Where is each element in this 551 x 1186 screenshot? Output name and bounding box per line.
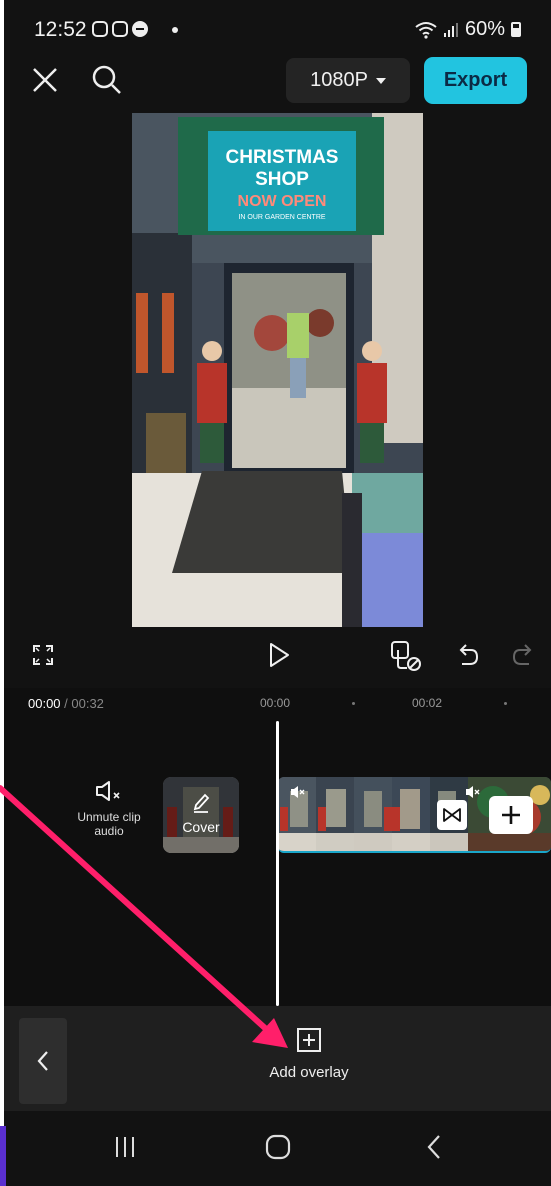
time-tick: 00:00 xyxy=(260,696,291,710)
add-overlay-label: Add overlay xyxy=(269,1064,349,1081)
preview-controls xyxy=(4,630,551,680)
tick-dot xyxy=(504,702,507,705)
current-time: 00:00 xyxy=(28,696,61,711)
instagram-icon xyxy=(92,21,108,37)
cover-label: Cover xyxy=(182,819,220,835)
back-icon xyxy=(427,1135,440,1159)
cover-button[interactable]: Cover xyxy=(163,777,239,853)
transition-button[interactable] xyxy=(437,800,467,830)
play-icon xyxy=(270,643,289,667)
sign-text-christmas: CHRISTMAS xyxy=(226,147,339,168)
clip-muted-icon xyxy=(291,786,305,798)
home-icon xyxy=(265,1134,291,1160)
redo-button[interactable] xyxy=(509,640,537,670)
timecode: 00:00 / 00:32 xyxy=(28,696,104,711)
redo-icon xyxy=(512,644,532,665)
edit-pen-icon xyxy=(193,793,210,813)
playhead[interactable] xyxy=(276,721,279,1006)
transition-icon xyxy=(443,808,461,822)
total-time: / 00:32 xyxy=(60,696,104,711)
resolution-label: 1080P xyxy=(310,69,368,91)
add-clip-button[interactable] xyxy=(489,796,533,834)
instagram-icon xyxy=(112,21,128,37)
tick-dot xyxy=(352,702,355,705)
app-root: 12:52 60% 1080P Export CHRISTMAS SHOP NO… xyxy=(0,0,551,1186)
undo-button[interactable] xyxy=(454,640,482,670)
sign-text-shop: SHOP xyxy=(255,169,309,190)
clip-frame xyxy=(354,777,392,851)
resolution-dropdown[interactable]: 1080P xyxy=(286,58,410,103)
close-button[interactable] xyxy=(28,63,62,97)
search-icon xyxy=(92,65,121,94)
clip-frame xyxy=(392,777,430,851)
chevron-left-icon xyxy=(37,1051,48,1071)
fullscreen-button[interactable] xyxy=(28,640,58,670)
add-overlay-icon xyxy=(297,1028,321,1052)
fullscreen-icon xyxy=(33,645,53,665)
cover-shade xyxy=(163,777,239,853)
play-button[interactable] xyxy=(264,638,294,672)
video-frame: CHRISTMAS SHOP NOW OPEN IN OUR GARDEN CE… xyxy=(132,113,423,627)
wifi-icon xyxy=(415,21,437,39)
preview-area: CHRISTMAS SHOP NOW OPEN IN OUR GARDEN CE… xyxy=(4,107,551,627)
battery-percent: 60% xyxy=(464,18,505,40)
unmute-clip-audio-button[interactable]: Unmute clip audio xyxy=(70,780,148,838)
recent-apps-button[interactable] xyxy=(110,1131,140,1163)
sign-text-now-open: NOW OPEN xyxy=(238,193,327,210)
undo-icon xyxy=(459,644,479,665)
add-overlay-button[interactable]: Add overlay xyxy=(244,1026,374,1096)
window-edge-accent xyxy=(0,1126,6,1186)
timeline[interactable]: 00:00 / 00:32 00:00 00:02 Unmute clip au… xyxy=(4,688,551,1006)
status-right: 60% xyxy=(415,18,521,41)
keyframe-button[interactable] xyxy=(388,638,424,674)
speaker-muted-icon xyxy=(96,781,120,801)
clip-muted-icon xyxy=(466,786,480,798)
do-not-disturb-icon xyxy=(132,21,148,37)
keyframe-off-icon xyxy=(391,641,421,671)
recent-apps-icon xyxy=(116,1137,134,1157)
status-bar: 12:52 60% xyxy=(4,0,551,62)
caret-down-icon xyxy=(375,77,386,84)
clip-frame xyxy=(316,777,354,851)
toolbar-back-button[interactable] xyxy=(19,1018,67,1104)
export-button[interactable]: Export xyxy=(424,57,527,104)
editor-top-bar: 1080P Export xyxy=(4,55,551,107)
notification-icons xyxy=(92,21,148,37)
signal-icon xyxy=(443,22,458,37)
unmute-label: Unmute clip audio xyxy=(77,810,141,838)
battery-icon xyxy=(511,22,521,37)
more-notifications-dot xyxy=(172,27,178,33)
phone-screen: 12:52 60% 1080P Export CHRISTMAS SHOP NO… xyxy=(4,0,551,1186)
search-button[interactable] xyxy=(88,61,126,99)
status-time: 12:52 xyxy=(34,18,87,41)
plus-icon xyxy=(502,806,520,824)
video-preview[interactable]: CHRISTMAS SHOP NOW OPEN IN OUR GARDEN CE… xyxy=(132,113,423,627)
bottom-toolbar: Add overlay xyxy=(4,1006,551,1111)
sign-text-garden-centre: IN OUR GARDEN CENTRE xyxy=(238,214,325,221)
time-tick: 00:02 xyxy=(412,696,443,710)
close-icon xyxy=(33,68,57,92)
home-button[interactable] xyxy=(262,1131,294,1163)
system-back-button[interactable] xyxy=(420,1131,448,1163)
system-nav-bar xyxy=(4,1111,551,1186)
